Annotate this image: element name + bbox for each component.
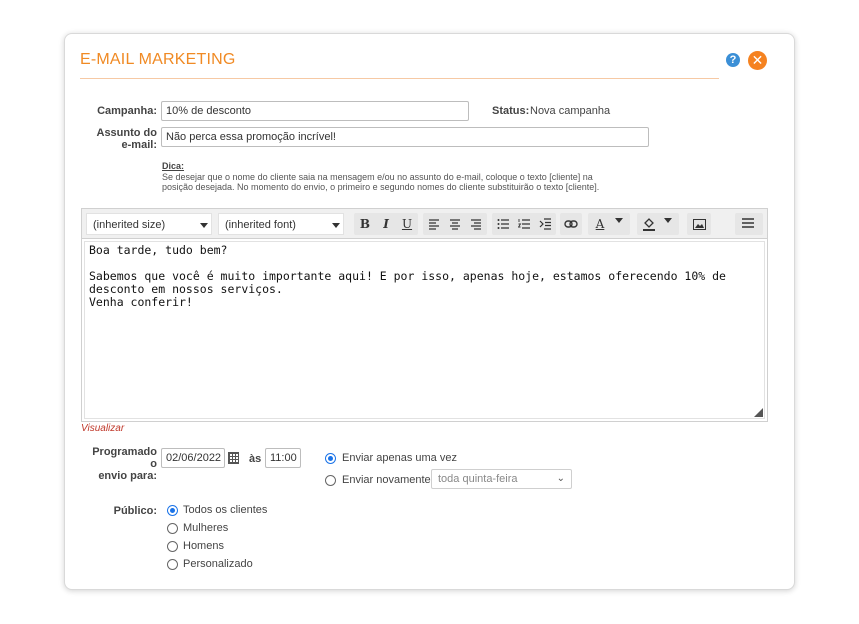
status-label: Status: [492, 105, 530, 117]
italic-button[interactable]: I [376, 214, 396, 234]
close-icon[interactable]: ✕ [748, 51, 767, 70]
schedule-label: Programado o envio para: [85, 446, 157, 482]
image-icon [692, 219, 706, 230]
hint-title: Dica: [162, 161, 185, 171]
indent-button[interactable] [535, 214, 555, 234]
audience-radio-custom[interactable] [167, 559, 178, 570]
status-value: Nova campanha [530, 105, 611, 117]
schedule-time-input[interactable]: 11:00 [265, 448, 301, 468]
schedule-label-line2: envio para: [98, 470, 157, 482]
audience-option-all[interactable]: Todos os clientes [183, 504, 267, 516]
audience-option-women[interactable]: Mulheres [183, 522, 228, 534]
insert-image-button[interactable] [689, 214, 709, 234]
subject-label: Assunto do e-mail: [85, 127, 158, 151]
numbered-list-button[interactable] [514, 214, 534, 234]
chevron-down-icon: ⌄ [556, 473, 565, 484]
indent-icon [539, 218, 551, 230]
align-center-button[interactable] [445, 214, 465, 234]
text-color-button[interactable]: A [590, 214, 610, 234]
email-marketing-dialog: E-MAIL MARKETING ? ✕ Campanha: 10% de de… [64, 33, 795, 590]
hamburger-menu-icon [742, 218, 754, 228]
rich-text-editor: (inherited size) (inherited font) B I U [81, 208, 768, 422]
audience-option-men[interactable]: Homens [183, 540, 224, 552]
resize-handle-icon[interactable] [754, 408, 763, 417]
send-repeat-label[interactable]: Enviar novamente [342, 474, 431, 486]
hint-text: Se desejar que o nome do cliente saia na… [162, 172, 600, 192]
repeat-frequency-select[interactable]: toda quinta-feira ⌄ [431, 469, 572, 489]
chevron-down-icon [200, 223, 208, 228]
send-once-label[interactable]: Enviar apenas uma vez [342, 452, 457, 464]
font-size-select[interactable]: (inherited size) [86, 213, 212, 235]
chevron-down-icon[interactable] [664, 218, 672, 223]
schedule-label-line1: Programado o [92, 446, 157, 470]
subject-input[interactable]: Não perca essa promoção incrível! [161, 127, 649, 147]
dialog-title: E-MAIL MARKETING [80, 51, 236, 68]
font-size-value: (inherited size) [93, 219, 166, 231]
send-once-radio[interactable] [325, 453, 336, 464]
audience-radio-all[interactable] [167, 505, 178, 516]
subject-label-line1: Assunto do [96, 127, 158, 139]
bold-button[interactable]: B [355, 214, 375, 234]
align-left-button[interactable] [424, 214, 444, 234]
help-icon[interactable]: ? [726, 53, 740, 67]
background-color-button[interactable] [639, 214, 659, 234]
align-right-icon [471, 219, 481, 230]
link-icon [564, 220, 578, 228]
chevron-down-icon[interactable] [615, 218, 623, 223]
editor-toolbar: (inherited size) (inherited font) B I U [82, 209, 767, 239]
calendar-icon[interactable] [228, 452, 239, 464]
audience-radio-men[interactable] [167, 541, 178, 552]
font-family-select[interactable]: (inherited font) [218, 213, 344, 235]
send-repeat-radio[interactable] [325, 475, 336, 486]
align-center-icon [450, 219, 460, 230]
campaign-input[interactable]: 10% de desconto [161, 101, 469, 121]
paint-bucket-icon [643, 218, 655, 231]
underline-button[interactable]: U [397, 214, 417, 234]
link-button[interactable] [561, 214, 581, 234]
campaign-label: Campanha: [97, 105, 157, 117]
font-family-value: (inherited font) [225, 219, 296, 231]
chevron-down-icon [332, 223, 340, 228]
title-divider [80, 78, 719, 79]
align-left-icon [429, 219, 439, 230]
audience-label: Público: [113, 505, 157, 517]
audience-radio-women[interactable] [167, 523, 178, 534]
at-label: às [249, 453, 262, 465]
preview-link[interactable]: Visualizar [81, 423, 124, 434]
numbered-list-icon [517, 219, 530, 229]
editor-content[interactable]: Boa tarde, tudo bem? Sabemos que você é … [84, 241, 765, 419]
subject-label-line2: e-mail: [121, 139, 157, 151]
repeat-frequency-value: toda quinta-feira [438, 473, 518, 485]
bullet-list-button[interactable] [493, 214, 513, 234]
audience-option-custom[interactable]: Personalizado [183, 558, 253, 570]
schedule-date-input[interactable]: 02/06/2022 [161, 448, 225, 468]
bullet-list-icon [497, 219, 509, 229]
align-right-button[interactable] [466, 214, 486, 234]
more-options-button[interactable] [738, 214, 758, 234]
